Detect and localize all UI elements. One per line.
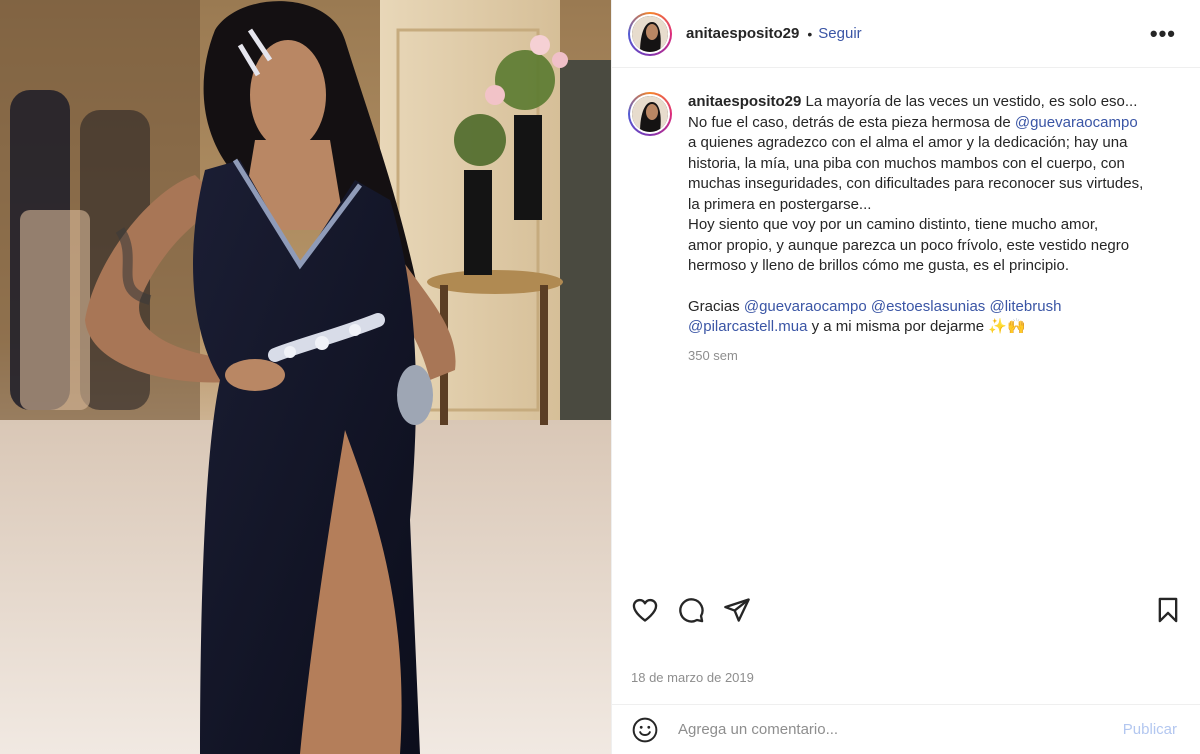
caption-line-9: hermoso y lleno de brillos cómo me gusta… [688, 257, 1070, 274]
caption-line: anitaesposito29 La mayoría de las veces … [688, 92, 1178, 113]
paper-plane-icon [724, 598, 750, 622]
avatar-picture [632, 15, 668, 52]
caption-avatar[interactable] [628, 92, 672, 136]
follow-button[interactable]: Seguir [818, 25, 861, 42]
caption-avatar-image [632, 96, 668, 132]
bookmark-icon [1158, 597, 1178, 623]
caption-avatar-picture [632, 96, 668, 132]
caption-line-5: muchas inseguridades, con dificultades p… [688, 175, 1144, 192]
avatar-border [630, 13, 670, 54]
mention-link[interactable]: @guevaraocampo [744, 298, 867, 315]
instagram-post: anitaesposito29 • Seguir ••• anitaesposi… [0, 0, 1200, 754]
separator-dot: • [807, 25, 813, 42]
post-photo[interactable] [0, 0, 611, 754]
action-bar [612, 593, 1200, 627]
add-comment-bar: Publicar [612, 704, 1200, 754]
caption-line-7: Hoy siento que voy por un camino distint… [688, 216, 1099, 233]
photo-illustration [0, 0, 611, 754]
caption-line-4: historia, la mía, una piba con muchos ma… [688, 154, 1125, 172]
post-date[interactable]: 18 de marzo de 2019 [631, 670, 754, 685]
mention-link[interactable]: @pilarcastell.mua [688, 318, 807, 335]
smiley-icon [632, 717, 658, 742]
caption-line-2: No fue el caso, detrás de esta pieza her… [688, 113, 1015, 131]
heart-icon [632, 598, 658, 622]
caption-line: No fue el caso, detrás de esta pieza her… [688, 113, 1178, 134]
post-side-panel: anitaesposito29 • Seguir ••• anitaesposi… [611, 0, 1200, 754]
caption-text: anitaesposito29 La mayoría de las veces … [688, 92, 1178, 366]
comment-button[interactable] [674, 593, 708, 627]
save-button[interactable] [1151, 593, 1185, 627]
comment-input[interactable] [676, 720, 1123, 739]
mention-link[interactable]: @guevaraocampo [1015, 114, 1138, 131]
caption-username[interactable]: anitaesposito29 [688, 93, 801, 110]
caption-line-6: la primera en postergarse... [688, 195, 872, 213]
caption-line-8: amor propio, y aunque parezca un poco fr… [688, 236, 1130, 254]
caption-line-3: a quienes agradezco con el alma el amor … [688, 134, 1128, 151]
caption: anitaesposito29 La mayoría de las veces … [628, 92, 1184, 366]
comment-icon [679, 598, 704, 623]
caption-thanks-line: Gracias @guevaraocampo @estoeslasunias @… [688, 297, 1178, 318]
avatar-image [632, 15, 668, 52]
more-options-icon[interactable]: ••• [1150, 22, 1184, 45]
publish-button[interactable]: Publicar [1123, 721, 1185, 738]
mention-link[interactable]: @litebrush [989, 298, 1061, 315]
share-button[interactable] [720, 593, 754, 627]
mention-link[interactable]: @estoeslasunias [871, 298, 985, 315]
emoji-button[interactable] [630, 715, 660, 745]
caption-time-ago[interactable]: 350 sem [688, 346, 1178, 367]
caption-line-1: La mayoría de las veces un vestido, es s… [805, 93, 1138, 110]
caption-thanks-line-2: @pilarcastell.mua y a mi misma por dejar… [688, 317, 1178, 338]
thanks-tail: y a mi misma por dejarme ✨🙌 [807, 318, 1026, 335]
header-username[interactable]: anitaesposito29 [686, 25, 799, 42]
avatar[interactable] [628, 11, 672, 56]
post-header: anitaesposito29 • Seguir ••• [612, 0, 1200, 68]
comments-section: anitaesposito29 La mayoría de las veces … [612, 68, 1200, 754]
like-button[interactable] [628, 593, 662, 627]
caption-avatar-border [630, 94, 670, 134]
thanks-label: Gracias [688, 297, 740, 315]
